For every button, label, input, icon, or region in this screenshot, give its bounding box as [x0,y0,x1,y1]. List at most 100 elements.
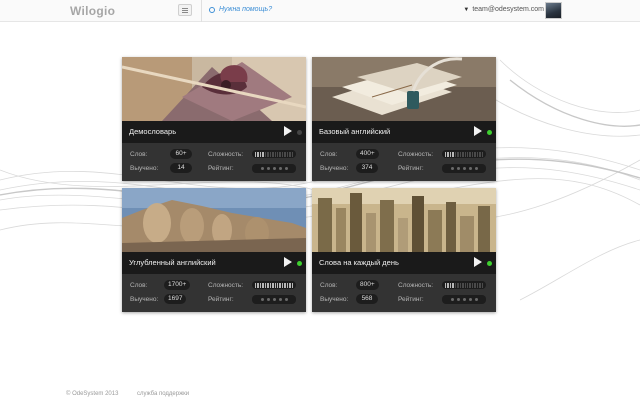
difficulty-segment [479,282,481,288]
words-label: Слов: [320,282,338,289]
rating-stars[interactable] [252,164,296,173]
rating-stars[interactable] [442,164,486,173]
difficulty-segment [289,151,291,157]
rating-star-icon[interactable] [266,167,270,170]
header-divider [201,0,202,22]
words-label: Слов: [130,151,148,158]
difficulty-label: Сложность: [208,282,244,289]
words-count: 400+ [356,149,379,159]
learned-count: 14 [170,163,192,173]
difficulty-segment [281,151,284,157]
difficulty-segment [462,282,464,288]
rating-star-icon[interactable] [462,167,466,170]
words-count: 800+ [356,280,379,290]
difficulty-label: Сложность: [398,151,434,158]
difficulty-segment [255,151,257,157]
course-card[interactable]: Базовый английский Слов: 400+ Выучено: 3… [312,57,496,181]
rating-star-icon[interactable] [468,298,472,301]
difficulty-segment [269,282,272,288]
rating-star-icon[interactable] [284,298,288,301]
learned-count: 1697 [164,294,187,304]
rating-star-icon[interactable] [456,298,460,301]
rating-star-icon[interactable] [474,167,478,170]
difficulty-segment [452,282,454,288]
difficulty-segment [469,282,471,288]
difficulty-segment [267,151,269,157]
difficulty-segment [289,282,291,288]
menu-button[interactable] [178,4,192,16]
rating-star-icon[interactable] [272,167,276,170]
learned-label: Выучено: [130,296,159,303]
play-icon[interactable] [284,126,292,136]
rating-star-icon[interactable] [260,298,264,301]
user-menu[interactable]: ▼ team@odesystem.com [463,6,544,13]
help-link[interactable]: Нужна помощь? [209,6,272,13]
learned-label: Выучено: [320,296,349,303]
difficulty-segment [257,282,259,288]
difficulty-segment [447,151,449,157]
difficulty-segment [284,151,286,157]
difficulty-segment [272,282,274,288]
card-image-rushmore [122,188,306,252]
support-link[interactable]: служба поддержки [137,391,189,397]
difficulty-bar [252,281,296,289]
difficulty-label: Сложность: [398,282,434,289]
user-email: team@odesystem.com [472,6,544,13]
difficulty-segment [481,282,483,288]
difficulty-segment [459,151,462,157]
menu-icon-line [182,12,188,13]
logo[interactable]: Wilogio [70,4,115,18]
difficulty-segment [284,282,286,288]
rating-stars[interactable] [252,295,296,304]
avatar[interactable] [545,2,562,19]
card-stats: Слов: 400+ Выучено: 374 Сложность: Рейти… [312,143,496,181]
rating-star-icon[interactable] [278,298,282,301]
rating-star-icon[interactable] [474,298,478,301]
rating-star-icon[interactable] [462,298,466,301]
rating-label: Рейтинг: [398,296,424,303]
difficulty-segment [259,282,262,288]
play-icon[interactable] [474,126,482,136]
rating-stars[interactable] [442,295,486,304]
card-stats: Слов: 800+ Выучено: 568 Сложность: Рейти… [312,274,496,312]
difficulty-segment [264,151,267,157]
difficulty-segment [464,151,466,157]
difficulty-segment [269,151,272,157]
difficulty-segment [479,151,481,157]
difficulty-segment [281,282,284,288]
rating-star-icon[interactable] [468,167,472,170]
difficulty-segment [279,151,281,157]
top-header: Wilogio Нужна помощь? ▼ team@odesystem.c… [0,0,640,22]
help-icon [209,6,215,13]
course-card[interactable]: Углубленный английский Слов: 1700+ Выуче… [122,188,306,312]
difficulty-segment [286,282,289,288]
difficulty-segment [462,151,464,157]
rating-star-icon[interactable] [456,167,460,170]
rating-star-icon[interactable] [266,298,270,301]
difficulty-segment [459,282,462,288]
status-dot [297,130,302,135]
play-icon[interactable] [284,257,292,267]
difficulty-segment [447,282,449,288]
words-count: 60+ [170,149,192,159]
course-card[interactable]: Демословарь Слов: 60+ Выучено: 14 Сложно… [122,57,306,181]
difficulty-bar [442,150,486,158]
play-icon[interactable] [474,257,482,267]
rating-star-icon[interactable] [272,298,276,301]
difficulty-segment [449,282,452,288]
rating-star-icon[interactable] [450,167,454,170]
rating-star-icon[interactable] [450,298,454,301]
difficulty-segment [291,282,293,288]
card-image-city [312,188,496,252]
card-image-letters [312,57,496,121]
rating-label: Рейтинг: [398,165,424,172]
difficulty-segment [466,151,469,157]
difficulty-segment [274,151,276,157]
difficulty-segment [267,282,269,288]
rating-star-icon[interactable] [260,167,264,170]
rating-star-icon[interactable] [278,167,282,170]
card-image-gifts [122,57,306,121]
rating-star-icon[interactable] [284,167,288,170]
course-card[interactable]: Слова на каждый день Слов: 800+ Выучено:… [312,188,496,312]
difficulty-segment [471,282,474,288]
